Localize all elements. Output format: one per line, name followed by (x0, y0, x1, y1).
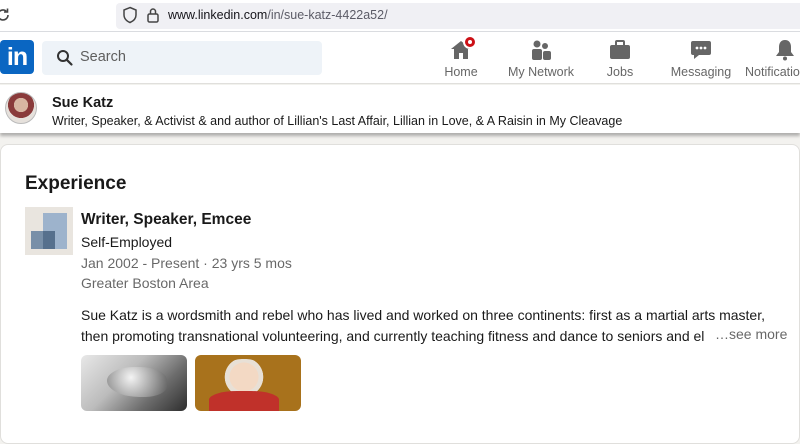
job-description: Sue Katz is a wordsmith and rebel who ha… (81, 305, 781, 347)
search-placeholder: Search (80, 49, 126, 65)
company-name: Self-Employed (81, 234, 173, 250)
chat-icon (691, 41, 711, 59)
job-location: Greater Boston Area (81, 275, 209, 291)
search-icon (57, 50, 73, 66)
media-thumbnail-sculpture[interactable] (81, 355, 187, 411)
nav-item-jobs[interactable]: Jobs (600, 34, 640, 82)
nav-item-messaging[interactable]: Messaging (670, 34, 732, 82)
url-path: /in/sue-katz-4422a52/ (267, 8, 388, 22)
avatar[interactable] (5, 92, 37, 124)
url-host: www.linkedin.com (168, 8, 268, 22)
section-title: Experience (25, 173, 127, 194)
profile-sticky-header: Sue Katz Writer, Speaker, & Activist & a… (0, 85, 800, 133)
description-line: Sue Katz is a wordsmith and rebel who ha… (81, 307, 765, 323)
company-logo[interactable] (25, 207, 73, 255)
nav-label-home: Home (444, 65, 478, 79)
bell-icon (776, 40, 794, 61)
nav-label-jobs: Jobs (606, 65, 634, 79)
people-icon (532, 40, 551, 60)
media-thumbnail-portrait[interactable] (195, 355, 301, 411)
search-input[interactable]: Search (42, 41, 322, 75)
nav-label-messaging: Messaging (670, 65, 732, 79)
see-more-button[interactable]: …see more (713, 326, 788, 342)
linkedin-logo[interactable]: in (0, 40, 34, 74)
lock-icon[interactable] (146, 6, 160, 24)
global-nav: in Search Home My Network Jobs Messaging… (0, 32, 800, 84)
nav-item-home[interactable]: Home (436, 34, 486, 82)
url-text[interactable]: www.linkedin.com/in/sue-katz-4422a52/ (168, 8, 388, 22)
notification-badge (463, 35, 477, 49)
nav-item-my-network[interactable]: My Network (505, 34, 577, 82)
nav-item-notifications[interactable]: Notifications (745, 34, 800, 82)
job-dates: Jan 2002 - Present · 23 yrs 5 mos (81, 255, 292, 271)
nav-label-notifications: Notifications (745, 65, 800, 79)
profile-headline: Writer, Speaker, & Activist & and author… (52, 114, 623, 128)
browser-toolbar: www.linkedin.com/in/sue-katz-4422a52/ (0, 0, 800, 32)
experience-card: Experience Writer, Speaker, Emcee Self-E… (0, 144, 800, 444)
profile-name: Sue Katz (52, 95, 114, 111)
job-title: Writer, Speaker, Emcee (81, 211, 252, 228)
nav-label-my-network: My Network (508, 65, 574, 79)
shield-icon[interactable] (122, 6, 138, 24)
description-line: then promoting transnational volunteerin… (81, 328, 705, 344)
reload-icon[interactable] (0, 6, 12, 24)
briefcase-icon (610, 40, 630, 59)
